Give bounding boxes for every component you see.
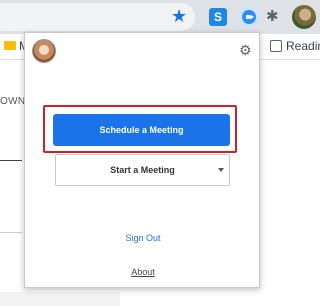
page-partial-text: OWN	[0, 96, 26, 107]
about-link[interactable]: About	[25, 267, 261, 277]
extension-s-icon[interactable]: S	[209, 8, 227, 26]
start-meeting-button[interactable]: Start a Meeting	[55, 154, 230, 186]
start-meeting-label: Start a Meeting	[110, 165, 175, 175]
gear-icon[interactable]: ⚙	[239, 42, 252, 58]
divider	[0, 232, 22, 233]
browser-window: ★ S ✱ M Readin OWN ⚙ Schedule a Meeting …	[0, 0, 320, 306]
reading-list-icon[interactable]	[270, 40, 282, 52]
zoom-extension-popup: ⚙ Schedule a Meeting Start a Meeting Sig…	[24, 32, 260, 288]
page-footer-strip	[0, 292, 120, 306]
sign-out-link[interactable]: Sign Out	[25, 233, 261, 243]
puzzle-icon[interactable]: ✱	[266, 8, 279, 26]
popup-avatar	[32, 39, 56, 63]
divider	[0, 160, 22, 161]
schedule-meeting-button[interactable]: Schedule a Meeting	[53, 114, 230, 146]
profile-avatar[interactable]	[292, 5, 316, 29]
zoom-extension-icon[interactable]	[238, 6, 260, 28]
reading-list-label[interactable]: Readin	[286, 39, 320, 53]
folder-icon[interactable]	[4, 41, 16, 50]
browser-toolbar: ★ S ✱	[0, 0, 320, 34]
chevron-down-icon[interactable]	[218, 168, 224, 172]
address-bar[interactable]	[0, 3, 195, 31]
star-icon[interactable]: ★	[171, 6, 187, 26]
